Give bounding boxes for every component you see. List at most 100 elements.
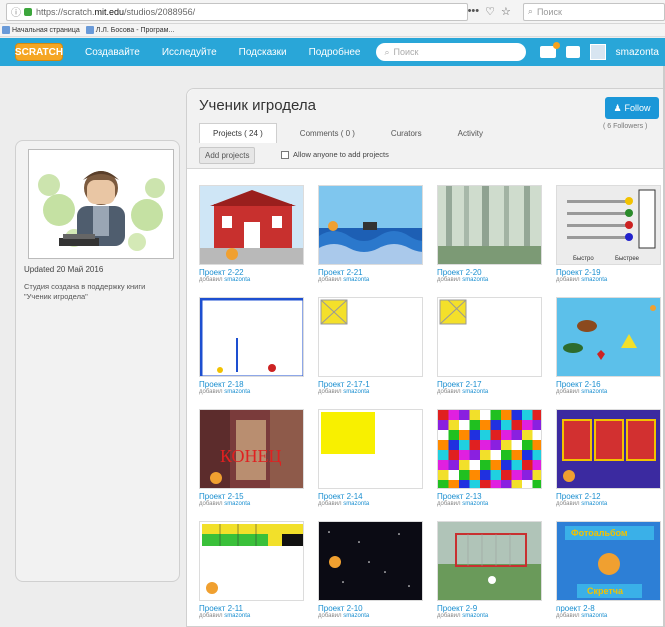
project-title[interactable]: Проект 2-20 <box>437 268 542 277</box>
tab-comments[interactable]: Comments ( 0 ) <box>287 123 368 143</box>
project-card[interactable]: КОНЕЦ Проект 2-15 добавил smazonta <box>199 409 304 507</box>
project-card[interactable]: Проект 2-20 добавил smazonta <box>437 185 542 283</box>
project-card[interactable]: Проект 2-18 добавил smazonta <box>199 297 304 395</box>
project-title[interactable]: Проект 2-17-1 <box>318 380 423 389</box>
search-icon: ⌕ <box>527 6 533 16</box>
project-title[interactable]: Проект 2-9 <box>437 604 542 613</box>
project-thumbnail[interactable] <box>556 409 661 489</box>
project-card[interactable]: Проект 2-11 добавил smazonta <box>199 521 304 619</box>
project-thumbnail[interactable]: Фотоальбом Скретча <box>556 521 661 601</box>
project-author: добавил smazonta <box>199 277 251 283</box>
address-bar[interactable]: ⓘ https://scratch.mit.edu/studios/208895… <box>6 2 468 21</box>
project-thumbnail[interactable]: КОНЕЦ <box>199 409 304 489</box>
svg-text:Фотоальбом: Фотоальбом <box>571 528 628 538</box>
svg-text:Скретча: Скретча <box>587 586 624 596</box>
project-thumbnail[interactable] <box>318 185 423 265</box>
project-author: добавил smazonta <box>199 501 251 507</box>
project-card[interactable]: Проект 2-16 добавил smazonta <box>556 297 661 395</box>
project-title[interactable]: Проект 2-19 <box>556 268 661 277</box>
browser-search-placeholder: Поиск <box>536 6 562 17</box>
page-title: Ученик игродела <box>199 97 316 114</box>
project-title[interactable]: Проект 2-10 <box>318 604 423 613</box>
site-search-input[interactable]: ⌕ Поиск <box>376 43 527 61</box>
project-title[interactable]: Проект 2-11 <box>199 604 304 613</box>
bookmark-item[interactable]: Начальная страница <box>2 26 80 34</box>
project-title[interactable]: Проект 2-15 <box>199 492 304 501</box>
project-thumbnail[interactable]: Быстро Быстрее <box>556 185 661 265</box>
project-author: добавил smazonta <box>437 613 489 619</box>
project-title[interactable]: Проект 2-22 <box>199 268 304 277</box>
project-author: добавил smazonta <box>437 501 489 507</box>
project-card[interactable]: Проект 2-17 добавил smazonta <box>437 297 542 395</box>
scratch-logo[interactable]: SCRATCH <box>15 43 63 61</box>
messages-icon[interactable] <box>539 42 560 58</box>
my-stuff-icon[interactable] <box>565 46 580 58</box>
tab-curators[interactable]: Curators <box>378 123 435 143</box>
project-title[interactable]: Проект 2-12 <box>556 492 661 501</box>
browser-search-input[interactable]: ⌕ Поиск <box>522 2 665 21</box>
site-nav: SCRATCH Создавайте Исследуйте Подсказки … <box>0 38 665 66</box>
follow-button[interactable]: ♟ Follow <box>605 97 659 119</box>
nav-explore[interactable]: Исследуйте <box>162 47 217 58</box>
project-author: добавил smazonta <box>437 277 489 283</box>
project-card[interactable]: Проект 2-14 добавил smazonta <box>318 409 423 507</box>
search-icon: ⌕ <box>384 46 390 57</box>
project-thumbnail[interactable] <box>437 521 542 601</box>
project-title[interactable]: Проект 2-16 <box>556 380 661 389</box>
tab-activity[interactable]: Activity <box>445 123 496 143</box>
allow-anyone-label: Allow anyone to add projects <box>293 150 389 159</box>
project-card[interactable]: Проект 2-9 добавил smazonta <box>437 521 542 619</box>
project-card[interactable]: Проект 2-10 добавил smazonta <box>318 521 423 619</box>
project-thumbnail[interactable] <box>318 297 423 377</box>
add-projects-button[interactable]: Add projects <box>199 147 256 164</box>
project-card[interactable]: Проект 2-22 добавил smazonta <box>199 185 304 283</box>
info-icon[interactable]: ⓘ <box>11 4 21 19</box>
nav-tips[interactable]: Подсказки <box>239 47 287 58</box>
studio-description: Студия создана в поддержку книги "Ученик… <box>24 282 146 302</box>
project-thumbnail[interactable] <box>318 521 423 601</box>
project-thumbnail[interactable] <box>437 297 542 377</box>
site-search-placeholder: Поиск <box>393 47 419 57</box>
project-thumbnail[interactable] <box>199 521 304 601</box>
bookmark-star-icon[interactable]: ☆ <box>501 5 511 18</box>
tab-projects[interactable]: Projects ( 24 ) <box>199 123 277 143</box>
project-thumbnail[interactable] <box>437 409 542 489</box>
svg-text:КОНЕЦ: КОНЕЦ <box>220 446 282 466</box>
pocket-icon[interactable]: ♡ <box>485 5 495 18</box>
project-author: добавил smazonta <box>318 501 370 507</box>
nav-create[interactable]: Создавайте <box>85 47 140 58</box>
menu-dots-icon[interactable]: ••• <box>468 5 480 18</box>
project-title[interactable]: Проект 2-17 <box>437 380 542 389</box>
project-author: добавил smazonta <box>318 389 370 395</box>
project-thumbnail[interactable] <box>318 409 423 489</box>
project-thumbnail[interactable] <box>437 185 542 265</box>
studio-thumbnail <box>28 149 174 259</box>
browser-toolbar: ⓘ https://scratch.mit.edu/studios/208895… <box>0 0 665 24</box>
project-card[interactable]: Проект 2-12 добавил smazonta <box>556 409 661 507</box>
project-author: добавил smazonta <box>556 501 608 507</box>
user-avatar[interactable] <box>589 44 606 60</box>
svg-text:Быстро: Быстро <box>573 256 594 262</box>
project-thumbnail[interactable] <box>199 297 304 377</box>
username[interactable]: smazonta <box>616 47 659 58</box>
project-card[interactable]: Проект 2-21 добавил smazonta <box>318 185 423 283</box>
project-thumbnail[interactable] <box>556 297 661 377</box>
project-card[interactable]: Проект 2-17-1 добавил smazonta <box>318 297 423 395</box>
project-title[interactable]: Проект 2-14 <box>318 492 423 501</box>
project-card[interactable]: Проект 2-13 добавил smazonta <box>437 409 542 507</box>
project-thumbnail[interactable] <box>199 185 304 265</box>
allow-anyone-checkbox[interactable] <box>281 150 289 159</box>
project-title[interactable]: Проект 2-18 <box>199 380 304 389</box>
nav-about[interactable]: Подробнее <box>309 47 361 58</box>
project-title[interactable]: проект 2-8 <box>556 604 661 613</box>
project-card[interactable]: Быстро Быстрее Проект 2-19 добавил smazon… <box>556 185 661 283</box>
followers-count: ( 6 Followers ) <box>603 123 648 130</box>
updated-date: Updated 20 Май 2016 <box>24 265 104 274</box>
project-author: добавил smazonta <box>556 277 608 283</box>
bookmark-item[interactable]: Л.Л. Босова - Програм... <box>85 26 174 34</box>
project-title[interactable]: Проект 2-21 <box>318 268 423 277</box>
project-title[interactable]: Проект 2-13 <box>437 492 542 501</box>
url-text: https://scratch.mit.edu/studios/2088956/ <box>36 6 196 17</box>
project-card[interactable]: Фотоальбом Скретча проект 2-8 добавил sma… <box>556 521 661 619</box>
follow-icon: ♟ <box>613 102 622 113</box>
